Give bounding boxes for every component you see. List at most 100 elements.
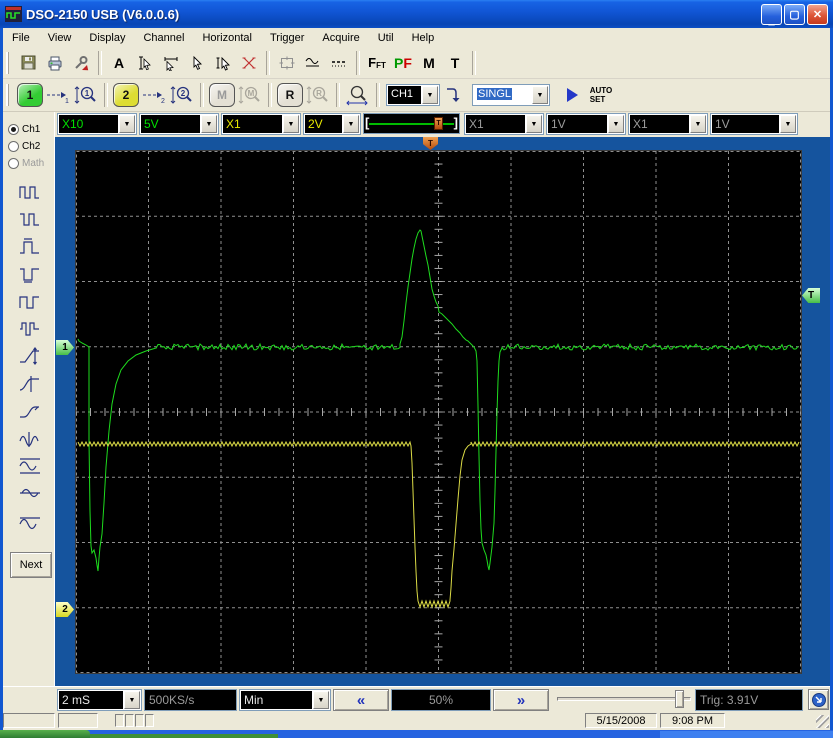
menu-help[interactable]: Help	[403, 30, 444, 46]
chevron-down-icon[interactable]: ▼	[201, 115, 217, 133]
timebase-dropdown-button[interactable]: ▼	[124, 691, 140, 709]
run-button[interactable]	[560, 82, 584, 108]
start-button[interactable]	[0, 730, 90, 738]
toolbar-separator	[268, 83, 272, 107]
ch1-enable-button[interactable]: 1	[17, 83, 43, 107]
cursor-vertical-button[interactable]	[133, 50, 157, 76]
channel-radio-ch2[interactable]: Ch2	[8, 139, 40, 153]
measure-pulse-train-button[interactable]	[15, 180, 45, 204]
measure-amplitude-button[interactable]	[15, 427, 45, 451]
toolbar-separator	[472, 50, 476, 75]
toolbar-grip[interactable]	[6, 84, 11, 106]
text-note-button[interactable]: T	[443, 50, 467, 76]
menu-file[interactable]: File	[3, 30, 39, 46]
radio-icon[interactable]	[8, 140, 19, 152]
arrow-down-right-icon	[811, 692, 826, 707]
pulse-train-icon	[19, 186, 39, 199]
annotate-text-button[interactable]: A	[107, 50, 131, 76]
measure-burst-button[interactable]	[15, 317, 45, 341]
chevron-down-icon[interactable]: ▼	[343, 115, 359, 133]
trigger-position-slider[interactable]: [ ] T	[363, 113, 460, 134]
pass-fail-button[interactable]: PF	[391, 50, 415, 76]
ch1-level-marker[interactable]: 1	[56, 340, 74, 355]
chevron-down-icon[interactable]: ▼	[422, 86, 438, 104]
grid-frame-button[interactable]	[275, 50, 299, 76]
burst-icon	[20, 322, 39, 336]
menu-display[interactable]: Display	[80, 30, 134, 46]
measure-pos-pulse-button[interactable]	[15, 235, 45, 259]
dotted-line-button[interactable]	[327, 50, 351, 76]
trigger-level-marker[interactable]: T	[802, 288, 820, 303]
timebase-combo[interactable]: 2 mS ▼	[57, 689, 142, 711]
fft-button[interactable]: F FT	[365, 50, 389, 76]
collapse-panel-button[interactable]	[808, 689, 829, 710]
ch1-attenuation-combo[interactable]: X10 ▼	[57, 113, 137, 135]
menu-util[interactable]: Util	[369, 30, 403, 46]
trigger-position-thumb[interactable]: T	[434, 117, 443, 130]
chevron-down-icon[interactable]: ▼	[119, 115, 135, 133]
horizontal-zoom-button[interactable]	[345, 82, 371, 108]
ref-enable-button[interactable]: R	[277, 83, 303, 107]
measure-square-wave-button[interactable]	[15, 207, 45, 231]
measure-slew-rate-button[interactable]	[15, 399, 45, 423]
menu-view[interactable]: View	[39, 30, 81, 46]
maximize-button[interactable]: ▢	[784, 3, 805, 25]
ch2-vzoom-button[interactable]: 2	[169, 82, 195, 108]
ch1-volts-div-combo[interactable]: 5V ▼	[139, 113, 219, 135]
ch1-position-button[interactable]: 1	[45, 82, 71, 108]
status-chip	[135, 714, 144, 727]
measure-peak-to-peak-button[interactable]	[15, 454, 45, 478]
ch2-level-marker[interactable]: 2	[56, 602, 74, 617]
ch2-attenuation-combo[interactable]: X1 ▼	[221, 113, 301, 135]
resize-grip[interactable]	[816, 715, 829, 728]
measure-duty-cycle-button[interactable]	[15, 290, 45, 314]
measure-mean-button[interactable]	[15, 481, 45, 505]
close-button[interactable]: ✕	[807, 3, 828, 25]
print-setup-button[interactable]	[69, 50, 93, 76]
ch2-volts-div-combo[interactable]: 2V ▼	[303, 113, 361, 135]
toolbar-grip[interactable]	[6, 51, 11, 74]
position-slider-track[interactable]	[557, 697, 691, 701]
radio-icon[interactable]	[8, 123, 19, 135]
menu-trigger[interactable]: Trigger	[261, 30, 313, 46]
autoset-button[interactable]: AUTO SET	[589, 82, 613, 108]
trigger-source-combo[interactable]: CH1 ▼	[386, 84, 440, 106]
menu-horizontal[interactable]: Horizontal	[193, 30, 261, 46]
chevron-down-icon[interactable]: ▼	[532, 86, 548, 104]
ch2-enable-button[interactable]: 2	[113, 83, 139, 107]
cursor-horizontal-button[interactable]	[159, 50, 183, 76]
cursor-arrow-button[interactable]	[185, 50, 209, 76]
save-button[interactable]	[17, 50, 41, 76]
ch1-vzoom-button[interactable]: 1	[73, 82, 99, 108]
interpolation-dropdown-button[interactable]: ▼	[313, 691, 329, 709]
minimize-button[interactable]: _	[761, 3, 782, 27]
scroll-right-button[interactable]: »	[493, 689, 549, 711]
next-page-button[interactable]: Next	[10, 552, 52, 578]
menu-channel[interactable]: Channel	[134, 30, 193, 46]
measure-fall-time-button[interactable]	[15, 372, 45, 396]
trigger-mode-combo[interactable]: SINGL ▼	[472, 84, 550, 106]
chevron-down-icon[interactable]: ▼	[283, 115, 299, 133]
interpolation-combo[interactable]: Min ▼	[239, 689, 331, 711]
trigger-slope-button[interactable]	[443, 82, 469, 108]
minimize-icon: _	[768, 14, 775, 27]
measure-rise-time-button[interactable]	[15, 344, 45, 368]
ref-vzoom-button: R	[305, 82, 331, 108]
trigger-horizontal-marker[interactable]: T	[423, 137, 438, 150]
acquire-toolbar: 1 1 1 2 2 2 M M R R CH1 ▼ SINGL ▼ AUTO SET	[3, 79, 830, 112]
measure-neg-pulse-button[interactable]	[15, 262, 45, 286]
ch2-position-button[interactable]: 2	[141, 82, 167, 108]
print-button[interactable]	[43, 50, 67, 76]
waveform-display-button[interactable]	[301, 50, 325, 76]
toolbar-separator	[376, 83, 380, 107]
math-button[interactable]: M	[417, 50, 441, 76]
clear-cursors-button[interactable]	[237, 50, 261, 76]
bottom-control-bar: 2 mS ▼ 500KS/s Min ▼ « 50% » Trig: 3.91V	[3, 686, 830, 712]
trigger-level-readout: Trig: 3.91V	[695, 689, 803, 711]
channel-radio-ch1[interactable]: Ch1	[8, 122, 40, 136]
cursor-trace-button[interactable]	[211, 50, 235, 76]
position-slider-thumb[interactable]	[675, 690, 684, 708]
measure-rms-button[interactable]	[15, 509, 45, 533]
menu-acquire[interactable]: Acquire	[313, 30, 368, 46]
scroll-left-button[interactable]: «	[333, 689, 389, 711]
